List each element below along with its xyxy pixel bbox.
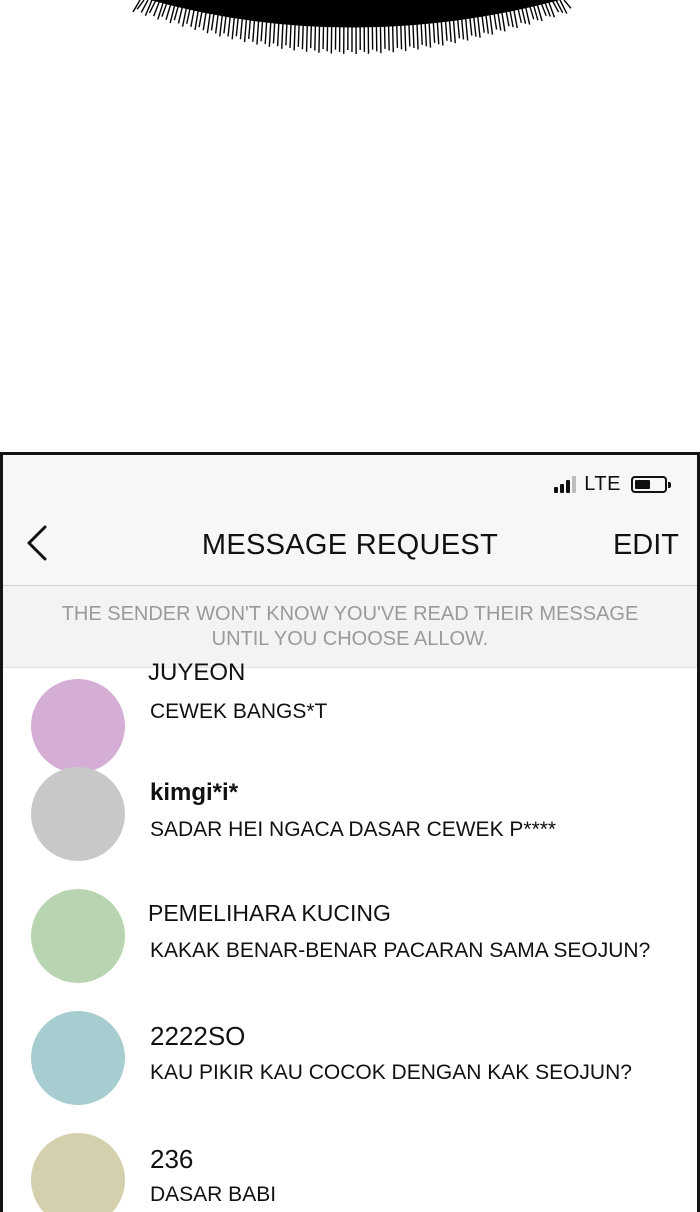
navigation-bar: MESSAGE REQUEST EDIT [3, 507, 697, 586]
edit-button[interactable]: EDIT [613, 529, 679, 562]
notice-line-2: UNTIL YOU CHOOSE ALLOW. [3, 627, 697, 652]
request-item[interactable]: kimgi*i* SADAR HEI NGACA DASAR CEWEK P**… [3, 767, 697, 887]
status-indicators: LTE [554, 473, 667, 496]
signal-bars-icon [554, 477, 576, 493]
battery-icon [631, 476, 667, 493]
sender-name: JUYEON [148, 659, 245, 687]
network-label: LTE [584, 473, 621, 496]
sender-name: PEMELIHARA KUCING [148, 900, 391, 927]
sender-name: kimgi*i* [150, 779, 238, 807]
sender-name: 2222SO [150, 1021, 245, 1052]
status-bar: LTE [3, 455, 697, 507]
hair-artwork [0, 0, 700, 60]
avatar [31, 679, 125, 773]
avatar [31, 1133, 125, 1212]
avatar [31, 889, 125, 983]
message-preview: KAU PIKIR KAU COCOK DENGAN KAK SEOJUN? [150, 1061, 632, 1085]
sender-name: 236 [150, 1144, 193, 1175]
message-preview: CEWEK BANGS*T [150, 700, 327, 724]
notice-line-1: THE SENDER WON'T KNOW YOU'VE READ THEIR … [3, 602, 697, 627]
message-preview: KAKAK BENAR-BENAR PACARAN SAMA SEOJUN? [150, 939, 650, 963]
message-preview: SADAR HEI NGACA DASAR CEWEK P**** [150, 818, 556, 842]
request-item[interactable]: 236 DASAR BABI [3, 1133, 697, 1212]
avatar [31, 767, 125, 861]
request-item[interactable]: PEMELIHARA KUCING KAKAK BENAR-BENAR PACA… [3, 889, 697, 1009]
message-preview: DASAR BABI [150, 1183, 276, 1207]
phone-screen: LTE MESSAGE REQUEST EDIT THE SENDER WON'… [0, 452, 700, 1212]
request-item[interactable]: 2222SO KAU PIKIR KAU COCOK DENGAN KAK SE… [3, 1011, 697, 1131]
page-title: MESSAGE REQUEST [3, 529, 697, 562]
avatar [31, 1011, 125, 1105]
read-receipt-notice: THE SENDER WON'T KNOW YOU'VE READ THEIR … [3, 586, 697, 668]
request-item[interactable]: JUYEON CEWEK BANGS*T [3, 663, 697, 783]
